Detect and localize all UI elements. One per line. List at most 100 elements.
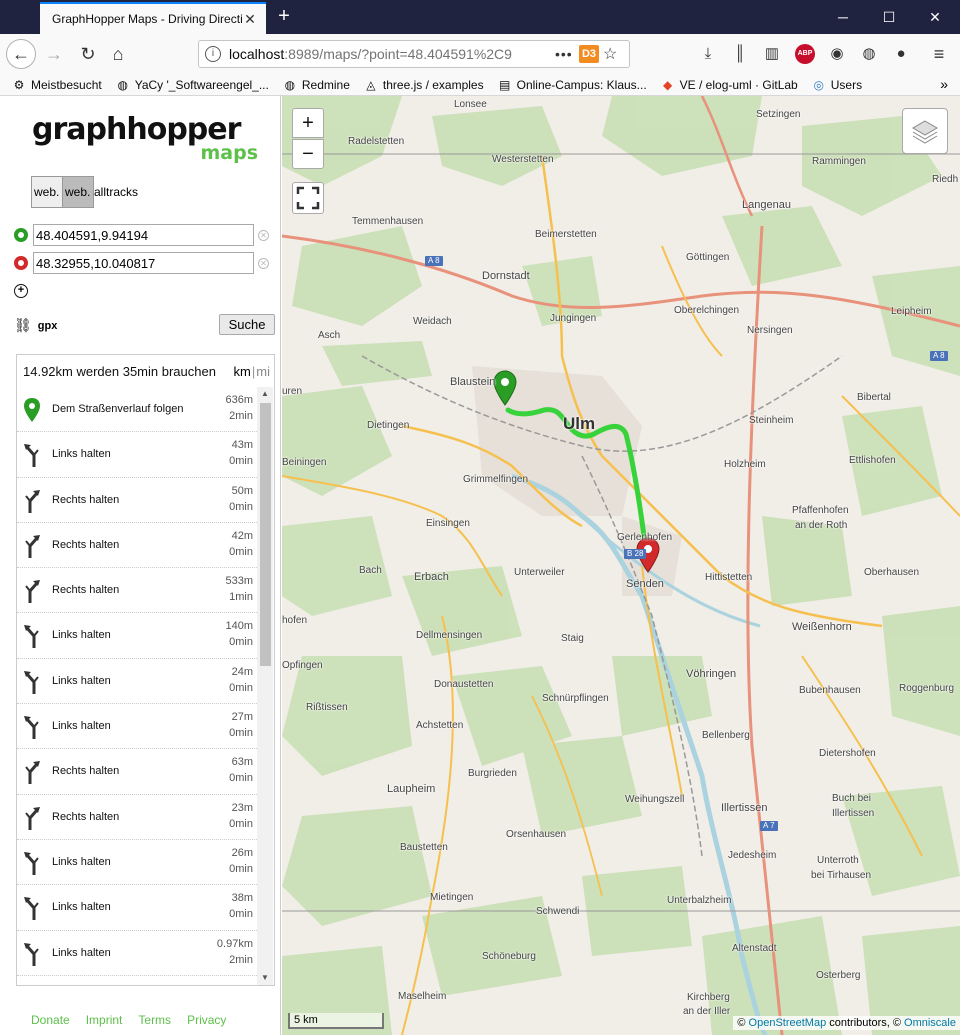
instruction-row[interactable]: Links halten 27m 0min (17, 704, 257, 750)
unit-mi[interactable]: mi (256, 364, 270, 379)
keep-right-icon (23, 578, 41, 604)
bookmark-item[interactable]: ◍ Redmine (283, 78, 350, 92)
map-scale: 5 km (288, 1013, 384, 1029)
map-label: Radelstetten (348, 136, 405, 147)
bookmark-item[interactable]: ◬ three.js / examples (364, 78, 483, 92)
forward-icon[interactable]: → (40, 40, 68, 68)
clear-icon[interactable]: ✕ (258, 229, 269, 241)
tab-close-icon[interactable]: ✕ (242, 11, 258, 28)
instruction-time: 2min (229, 410, 253, 422)
instruction-row[interactable]: Rechts halten 533m 1min (17, 568, 257, 614)
instruction-row[interactable]: Links halten 24m 0min (17, 659, 257, 705)
privacy-link[interactable]: Privacy (187, 1013, 226, 1027)
bookmark-item[interactable]: ◍ YaCy '_Softwareengel_... (116, 78, 268, 92)
donate-link[interactable]: Donate (31, 1013, 70, 1027)
vehicle-button-selected[interactable]: web. (62, 176, 94, 208)
instruction-text: Rechts halten (52, 765, 120, 778)
instruction-distance: 63m (231, 756, 253, 769)
library-icon[interactable]: ║ (730, 44, 750, 64)
scroll-up-icon[interactable]: ▲ (257, 387, 273, 401)
instruction-row[interactable]: Links halten 38m 0min (17, 885, 257, 931)
map-label: Temmenhausen (352, 216, 424, 227)
scrollbar[interactable]: ▲ ▼ (257, 387, 273, 985)
from-point-row: ✕ (14, 224, 274, 246)
privacy-extension-icon[interactable]: ◉ (827, 44, 847, 64)
search-button[interactable]: Suche (219, 314, 275, 335)
unit-km[interactable]: km (234, 364, 251, 379)
notification-extension-icon[interactable]: ● (891, 44, 911, 64)
browser-tab[interactable]: GraphHopper Maps - Driving Directions ✕ (40, 2, 266, 34)
zoom-in-button[interactable]: + (292, 108, 324, 138)
instructions-list[interactable]: Dem Straßenverlauf folgen 636m 2min Links h… (17, 387, 257, 985)
scroll-down-icon[interactable]: ▼ (257, 971, 273, 985)
graphhopper-logo[interactable]: graphhopper maps (32, 112, 262, 164)
start-marker-icon (23, 397, 41, 422)
maximize-icon[interactable]: ☐ (866, 0, 912, 34)
instruction-row[interactable]: Dem Straßenverlauf folgen 636m 2min (17, 387, 257, 433)
instruction-row[interactable]: Rechts halten 63m 0min (17, 749, 257, 795)
instruction-row[interactable]: Links halten 26m 0min (17, 840, 257, 886)
instruction-text: Links halten (52, 448, 111, 461)
clear-icon[interactable]: ✕ (258, 257, 269, 269)
unit-toggle[interactable]: km|mi (234, 364, 270, 379)
instruction-text: Rechts halten (52, 493, 120, 506)
map-label: Illertissen (721, 802, 768, 814)
menu-icon[interactable]: ≡ (929, 44, 949, 64)
map-label: Dornstadt (482, 270, 530, 282)
scrollbar-thumb[interactable] (260, 403, 271, 666)
window-close-icon[interactable]: ✕ (912, 0, 958, 34)
adblock-icon[interactable]: ABP (795, 44, 815, 64)
instruction-row[interactable]: Links halten 43m 0min (17, 432, 257, 478)
bookmark-item[interactable]: ◆ VE / elog-uml · GitLab (661, 78, 798, 92)
bookmark-item[interactable]: ▤ Online-Campus: Klaus... (498, 78, 647, 92)
add-point-icon[interactable]: + (14, 284, 28, 298)
map-view[interactable]: Lonsee Setzingen Radelstetten Westerstet… (282, 96, 960, 1035)
omniscale-link[interactable]: Omniscale (904, 1017, 956, 1029)
url-bar[interactable]: i localhost:8989/maps/?point=48.404591%2… (198, 40, 630, 68)
instruction-row[interactable]: Links halten 140m 0min (17, 613, 257, 659)
back-icon[interactable]: ← (6, 39, 36, 69)
bookmark-star-icon[interactable]: ☆ (603, 44, 623, 64)
instruction-distance: 26m (231, 846, 253, 859)
bookmark-item[interactable]: ⚙ Meistbesucht (12, 78, 102, 92)
url-text[interactable]: localhost:8989/maps/?point=48.404591%2C9 (229, 46, 555, 62)
instruction-time: 2min (229, 953, 253, 966)
instruction-row[interactable]: Links halten 0.97km 2min (17, 931, 257, 976)
extension-icon[interactable]: ◍ (859, 44, 879, 64)
keep-left-icon (23, 669, 41, 694)
osm-link[interactable]: OpenStreetMap (749, 1017, 827, 1029)
terms-link[interactable]: Terms (138, 1013, 171, 1027)
instruction-time: 0min (229, 817, 253, 830)
instruction-row[interactable]: Rechts halten 23m 0min (17, 795, 257, 840)
imprint-link[interactable]: Imprint (86, 1013, 123, 1027)
vehicle-button[interactable]: web. (31, 176, 63, 208)
keep-left-icon (23, 850, 41, 875)
page-actions-icon[interactable]: ••• (555, 46, 575, 62)
instruction-time: 0min (229, 681, 253, 694)
from-point-input[interactable] (33, 224, 254, 246)
gpx-export[interactable]: ⛓ gpx (14, 317, 57, 334)
instruction-time: 0min (229, 636, 253, 649)
instruction-text: Links halten (52, 855, 111, 868)
to-point-input[interactable] (33, 252, 254, 274)
instruction-row[interactable]: Rechts halten 50m 0min (17, 478, 257, 523)
map-label: Weißenhorn (792, 621, 852, 633)
home-icon[interactable]: ⌂ (104, 40, 132, 68)
layers-button[interactable] (902, 108, 948, 154)
bookmark-item[interactable]: ◎ Users (812, 78, 862, 92)
instruction-text: Rechts halten (52, 810, 120, 823)
fullscreen-button[interactable] (292, 182, 324, 214)
map-label: Pfaffenhofen (792, 505, 849, 516)
reload-icon[interactable]: ↻ (74, 40, 102, 68)
site-info-icon[interactable]: i (205, 46, 221, 62)
map-label: Beiningen (282, 457, 327, 468)
instruction-row[interactable]: Rechts halten 42m 0min (17, 523, 257, 569)
zoom-out-button[interactable]: − (292, 139, 324, 169)
new-tab-icon[interactable]: + (272, 4, 296, 28)
minimize-icon[interactable]: ─ (820, 0, 866, 34)
tab-title: GraphHopper Maps - Driving Directions (52, 12, 242, 26)
sidebar-icon[interactable]: ▥ (762, 44, 782, 64)
chevron-right-icon[interactable]: » (940, 76, 948, 92)
downloads-icon[interactable]: ⤓ (698, 44, 718, 64)
d3-extension-icon[interactable]: D3 (579, 45, 599, 63)
